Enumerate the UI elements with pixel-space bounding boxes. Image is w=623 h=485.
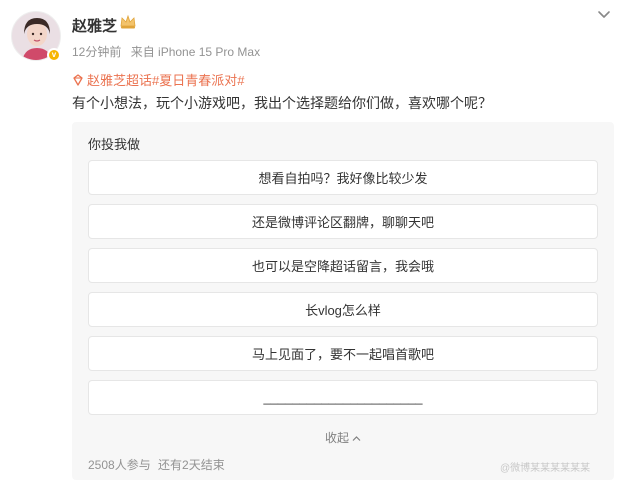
collapse-button[interactable]: 收起	[72, 429, 614, 446]
vote-option[interactable]: 还是微博评论区翻牌，聊聊天吧	[88, 204, 598, 239]
vote-option-label: ______________________	[263, 390, 423, 405]
collapse-label: 收起	[324, 431, 349, 445]
chevron-up-icon	[352, 436, 361, 441]
verified-badge: v	[47, 48, 61, 62]
super-topic-link[interactable]: 赵雅芝超话	[87, 70, 152, 89]
vote-option[interactable]: ______________________	[88, 380, 598, 415]
post-time[interactable]: 12分钟前	[72, 45, 121, 59]
vote-option-label: 想看自拍吗？我好像比较少发	[258, 171, 428, 186]
hashtag-link[interactable]: #夏日青春派对#	[152, 70, 244, 89]
post-text: 有个小想法，玩个小游戏吧，我出个选择题给你们做，喜欢哪个呢？	[72, 95, 492, 111]
vote-option[interactable]: 马上见面了，要不一起唱首歌吧	[88, 336, 598, 371]
super-topic-icon	[73, 73, 83, 86]
vote-stats: 2508人参与 还有2天结束	[88, 456, 229, 473]
chevron-down-icon[interactable]	[597, 10, 611, 20]
vote-participants: 2508人参与	[88, 458, 151, 472]
author-name[interactable]: 赵雅芝	[72, 15, 117, 36]
vote-option-label: 还是微博评论区翻牌，聊聊天吧	[251, 215, 434, 230]
topic-line: 赵雅芝超话 #夏日青春派对#	[72, 70, 244, 89]
vote-option-label: 长vlog怎么样	[305, 303, 381, 318]
watermark: @微博某某某某某某	[500, 463, 591, 474]
vote-title: 你投我做	[88, 137, 141, 152]
vote-option-label: 马上见面了，要不一起唱首歌吧	[251, 347, 434, 362]
post-source: 来自 iPhone 15 Pro Max	[130, 45, 261, 59]
vote-option-label: 也可以是空降超话留言，我会哦	[251, 259, 434, 274]
vote-card: 你投我做 想看自拍吗？我好像比较少发 还是微博评论区翻牌，聊聊天吧 也可以是空降…	[72, 122, 614, 480]
vote-remaining: 还有2天结束	[158, 458, 225, 472]
vote-option[interactable]: 也可以是空降超话留言，我会哦	[88, 248, 598, 283]
crown-icon	[120, 14, 136, 29]
post-meta: 12分钟前 来自 iPhone 15 Pro Max	[72, 43, 266, 60]
vote-option[interactable]: 长vlog怎么样	[88, 292, 598, 327]
vote-option[interactable]: 想看自拍吗？我好像比较少发	[88, 160, 598, 195]
